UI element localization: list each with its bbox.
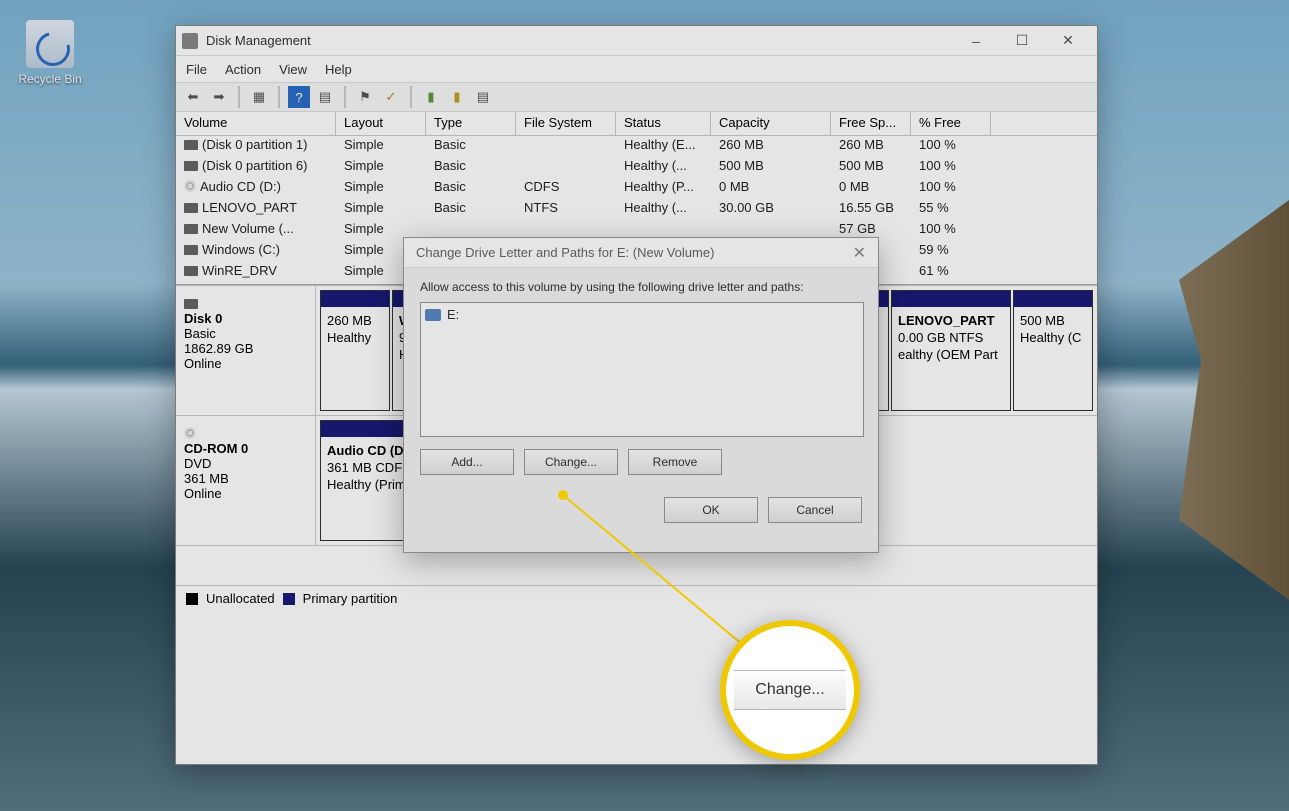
dialog-description: Allow access to this volume by using the… xyxy=(420,280,862,294)
highlight-circle: Change... xyxy=(720,620,860,760)
menu-file[interactable]: File xyxy=(186,62,207,77)
add-button[interactable]: Add... xyxy=(420,449,514,475)
legend-unallocated-label: Unallocated xyxy=(206,591,275,606)
col-percent-free[interactable]: % Free xyxy=(911,112,991,135)
partition[interactable]: 500 MBHealthy (C xyxy=(1013,290,1093,411)
minimize-button[interactable]: – xyxy=(953,26,999,56)
toolbar-action2-icon[interactable]: ▮ xyxy=(420,86,442,108)
titlebar[interactable]: Disk Management – ☐ ✕ xyxy=(176,26,1097,56)
toolbar-settings-icon[interactable]: ▤ xyxy=(314,86,336,108)
partition-line: 0.00 GB NTFS xyxy=(898,330,1004,347)
disk0-name: Disk 0 xyxy=(184,311,307,326)
toolbar-action3-icon[interactable]: ▮ xyxy=(446,86,468,108)
remove-button[interactable]: Remove xyxy=(628,449,722,475)
col-free-space[interactable]: Free Sp... xyxy=(831,112,911,135)
partition-status: Healthy xyxy=(327,330,383,347)
change-drive-letter-dialog: Change Drive Letter and Paths for E: (Ne… xyxy=(403,237,879,553)
col-type[interactable]: Type xyxy=(426,112,516,135)
maximize-button[interactable]: ☐ xyxy=(999,26,1045,56)
legend: Unallocated Primary partition xyxy=(176,585,1097,611)
forward-icon[interactable]: ➡ xyxy=(208,86,230,108)
disk0-size: 1862.89 GB xyxy=(184,341,307,356)
menubar: File Action View Help xyxy=(176,56,1097,82)
drive-paths-listbox[interactable]: E: xyxy=(420,302,864,437)
toolbar-separator xyxy=(410,86,412,108)
highlight-change-button: Change... xyxy=(734,670,846,710)
col-layout[interactable]: Layout xyxy=(336,112,426,135)
drive-icon xyxy=(425,309,441,321)
partition-line: Healthy (C xyxy=(1020,330,1086,347)
toolbar-separator xyxy=(238,86,240,108)
cancel-button[interactable]: Cancel xyxy=(768,497,862,523)
volume-icon xyxy=(184,203,198,213)
legend-unallocated-swatch xyxy=(186,593,198,605)
col-filesystem[interactable]: File System xyxy=(516,112,616,135)
table-row[interactable]: LENOVO_PARTSimpleBasicNTFSHealthy (...30… xyxy=(176,199,1097,220)
partition[interactable]: LENOVO_PART 0.00 GB NTFSealthy (OEM Part xyxy=(891,290,1011,411)
toolbar-grid-icon[interactable]: ▦ xyxy=(248,86,270,108)
volume-icon xyxy=(184,161,198,171)
menu-action[interactable]: Action xyxy=(225,62,261,77)
drive-list-item[interactable]: E: xyxy=(425,307,859,322)
legend-primary-label: Primary partition xyxy=(303,591,398,606)
toolbar-separator xyxy=(278,86,280,108)
disk0-status: Online xyxy=(184,356,307,371)
dialog-titlebar[interactable]: Change Drive Letter and Paths for E: (Ne… xyxy=(404,238,878,268)
partition-line: ealthy (OEM Part xyxy=(898,347,1004,364)
window-title: Disk Management xyxy=(206,33,953,48)
cd-icon xyxy=(184,427,196,439)
cdrom-size: 361 MB xyxy=(184,471,307,486)
cdrom-info[interactable]: CD-ROM 0 DVD 361 MB Online xyxy=(176,416,316,545)
recycle-bin-label: Recycle Bin xyxy=(10,72,90,86)
toolbar-action4-icon[interactable]: ▤ xyxy=(472,86,494,108)
col-status[interactable]: Status xyxy=(616,112,711,135)
cdrom-status: Online xyxy=(184,486,307,501)
recycle-bin[interactable]: Recycle Bin xyxy=(10,20,90,86)
recycle-bin-icon xyxy=(26,20,74,68)
cdrom-type: DVD xyxy=(184,456,307,471)
partition-line: 500 MB xyxy=(1020,313,1086,330)
volume-icon xyxy=(184,224,198,234)
table-row[interactable]: (Disk 0 partition 1)SimpleBasicHealthy (… xyxy=(176,136,1097,157)
change-button[interactable]: Change... xyxy=(524,449,618,475)
close-button[interactable]: ✕ xyxy=(1045,26,1091,56)
cdrom-name: CD-ROM 0 xyxy=(184,441,307,456)
toolbar-separator xyxy=(344,86,346,108)
toolbar: ⬅ ➡ ▦ ? ▤ ⚑ ✓ ▮ ▮ ▤ xyxy=(176,82,1097,112)
dialog-title: Change Drive Letter and Paths for E: (Ne… xyxy=(416,245,714,260)
partition-bar xyxy=(1014,291,1092,307)
app-icon xyxy=(182,33,198,49)
desktop-wallpaper-rock xyxy=(1179,200,1289,600)
back-icon[interactable]: ⬅ xyxy=(182,86,204,108)
dialog-close-button[interactable]: ✕ xyxy=(853,243,866,263)
legend-primary-swatch xyxy=(283,593,295,605)
col-volume[interactable]: Volume xyxy=(176,112,336,135)
volume-icon xyxy=(184,245,198,255)
volume-icon xyxy=(184,140,198,150)
toolbar-check-icon[interactable]: ✓ xyxy=(380,86,402,108)
table-row[interactable]: (Disk 0 partition 6)SimpleBasicHealthy (… xyxy=(176,157,1097,178)
ok-button[interactable]: OK xyxy=(664,497,758,523)
disk0-info[interactable]: Disk 0 Basic 1862.89 GB Online xyxy=(176,286,316,415)
partition-bar xyxy=(321,291,389,307)
partition-name: Audio CD (D:) xyxy=(327,443,412,458)
table-header-row: Volume Layout Type File System Status Ca… xyxy=(176,112,1097,136)
col-capacity[interactable]: Capacity xyxy=(711,112,831,135)
menu-view[interactable]: View xyxy=(279,62,307,77)
disk0-type: Basic xyxy=(184,326,307,341)
menu-help[interactable]: Help xyxy=(325,62,352,77)
volume-icon xyxy=(184,180,196,192)
toolbar-action1-icon[interactable]: ⚑ xyxy=(354,86,376,108)
partition-bar xyxy=(892,291,1010,307)
disk-icon xyxy=(184,299,198,309)
partition[interactable]: 260 MBHealthy xyxy=(320,290,390,411)
drive-letter-label: E: xyxy=(447,307,459,322)
volume-icon xyxy=(184,266,198,276)
table-row[interactable]: Audio CD (D:)SimpleBasicCDFSHealthy (P..… xyxy=(176,178,1097,199)
help-icon[interactable]: ? xyxy=(288,86,310,108)
partition-name: LENOVO_PART xyxy=(898,313,995,328)
partition-size: 260 MB xyxy=(327,313,383,330)
